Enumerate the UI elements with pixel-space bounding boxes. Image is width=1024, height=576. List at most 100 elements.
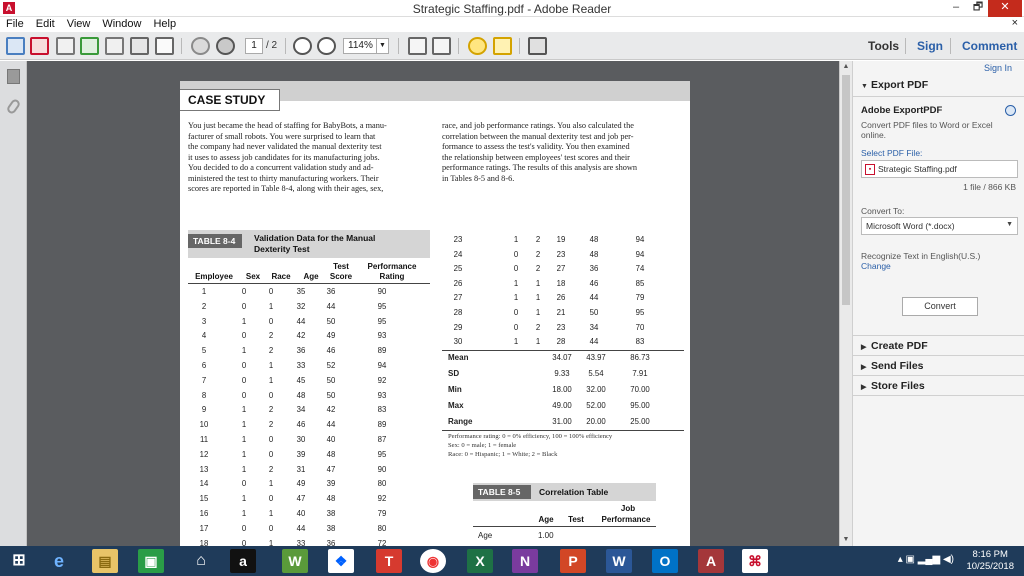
close-button[interactable]: ✕ <box>988 0 1022 17</box>
stats-value: 95.00 <box>630 401 650 410</box>
adobe-reader-taskbar-icon[interactable]: ⌘ <box>742 549 768 573</box>
next-page-icon[interactable] <box>216 37 235 55</box>
comment-icon[interactable] <box>468 37 487 55</box>
access-icon[interactable]: A <box>698 549 724 573</box>
email-icon[interactable] <box>155 37 174 55</box>
table-cell: 38 <box>326 523 336 533</box>
onenote-icon[interactable]: N <box>512 549 538 573</box>
table-cell: 36 <box>296 346 306 356</box>
zoom-level-select[interactable]: 114% ▼ <box>343 38 389 54</box>
zoom-level-value: 114% <box>348 40 373 51</box>
expand-icon[interactable] <box>528 37 547 55</box>
save-icon[interactable] <box>105 37 124 55</box>
menu-window[interactable]: Window <box>96 17 147 31</box>
table-cell: 1 <box>513 337 519 347</box>
scroll-down-icon[interactable]: ▼ <box>840 534 852 546</box>
table-cell: 15 <box>199 494 209 504</box>
table-cell: 48 <box>589 235 599 244</box>
table-cell: 1 <box>535 293 541 303</box>
file-explorer-icon[interactable]: ▤ <box>92 549 118 573</box>
print-icon[interactable] <box>130 37 149 55</box>
t-app-icon[interactable]: T <box>376 549 402 573</box>
create-pdf-section[interactable]: ▶ Create PDF <box>861 340 928 352</box>
scroll-up-icon[interactable]: ▲ <box>840 61 852 73</box>
internet-explorer-icon[interactable]: e <box>46 549 72 573</box>
select-pdf-file-link[interactable]: Select PDF File: <box>861 148 922 158</box>
table-cell: 1 <box>535 337 541 347</box>
highlight-icon[interactable] <box>493 37 512 55</box>
send-files-section[interactable]: ▶ Send Files <box>861 360 924 372</box>
dropbox-icon[interactable]: ❖ <box>328 549 354 573</box>
case-study-line: in Tables 8-5 and 8-6. <box>442 173 515 183</box>
note-sex: Sex: 0 = male; 1 = female <box>448 442 517 449</box>
w-app-icon[interactable]: W <box>282 549 308 573</box>
t85-row-age-value: 1.00 <box>538 531 554 540</box>
tools-button[interactable]: Tools <box>868 32 899 60</box>
sign-button[interactable]: Sign <box>917 32 943 60</box>
page-number-input[interactable]: 1 <box>245 38 263 54</box>
page-thumbnails-icon[interactable] <box>7 69 20 84</box>
previous-page-icon[interactable] <box>191 37 210 55</box>
case-study-column-1: You just became the head of staffing for… <box>188 121 430 195</box>
sign-in-link[interactable]: Sign In <box>984 63 1012 73</box>
table-cell: 39 <box>326 479 336 489</box>
document-viewer[interactable]: CASE STUDY You just became the head of s… <box>27 61 839 546</box>
system-tray[interactable]: ▴ ▣ ▂▄▆ ◀) <box>898 554 954 565</box>
convert-pdf-icon[interactable] <box>30 37 49 55</box>
col-header-age: Age <box>303 272 319 281</box>
convert-button[interactable]: Convert <box>902 297 978 316</box>
table-cell: 1 <box>241 464 247 474</box>
store-files-section[interactable]: ▶ Store Files <box>861 380 925 392</box>
table-cell: 28 <box>556 337 566 347</box>
export-pdf-section[interactable]: ▼ Export PDF <box>861 79 928 91</box>
table-cell: 1 <box>513 235 519 244</box>
scroll-thumb[interactable] <box>842 75 850 305</box>
clock[interactable]: 8:16 PM 10/25/2018 <box>966 549 1014 573</box>
zoom-in-icon[interactable] <box>317 37 336 55</box>
document-close-button[interactable]: × <box>1012 17 1018 29</box>
table-cell: 0 <box>241 301 247 311</box>
windows-start-icon[interactable]: ⊞ <box>6 549 32 573</box>
table-cell: 9 <box>201 405 207 415</box>
change-language-link[interactable]: Change <box>861 261 891 271</box>
minimize-button[interactable]: – <box>944 0 968 17</box>
home-icon[interactable]: ⌂ <box>188 549 214 573</box>
menu-edit[interactable]: Edit <box>30 17 61 31</box>
create-pdf-icon[interactable] <box>6 37 25 55</box>
adobe-exportpdf-title: Adobe ExportPDF <box>861 105 943 116</box>
upload-icon[interactable] <box>80 37 99 55</box>
menu-view[interactable]: View <box>61 17 97 31</box>
table-cell: 2 <box>268 464 274 474</box>
zoom-out-icon[interactable] <box>293 37 312 55</box>
table-cell: 1 <box>268 361 274 370</box>
chrome-icon[interactable]: ◉ <box>420 549 446 573</box>
word-icon[interactable]: W <box>606 549 632 573</box>
convert-format-select[interactable]: Microsoft Word (*.docx) ▼ <box>861 217 1018 235</box>
table-cell: 50 <box>589 308 599 317</box>
outlook-icon[interactable]: O <box>652 549 678 573</box>
edit-icon[interactable] <box>56 37 75 55</box>
excel-icon[interactable]: X <box>467 549 493 573</box>
table-cell: 44 <box>296 523 306 533</box>
table-cell: 94 <box>635 235 645 244</box>
comment-button[interactable]: Comment <box>962 32 1017 60</box>
amazon-icon[interactable]: a <box>230 549 256 573</box>
table-8-4-header: TABLE 8-4 Validation Data for the Manual… <box>188 230 430 258</box>
selected-file[interactable]: ▪ Strategic Staffing.pdf <box>861 160 1018 178</box>
table-cell: 1 <box>513 278 519 288</box>
table-cell: 95 <box>377 301 387 311</box>
attachment-icon[interactable] <box>5 97 22 116</box>
menu-help[interactable]: Help <box>147 17 182 31</box>
store-icon[interactable]: ▣ <box>138 549 164 573</box>
table-8-4-title: Validation Data for the Manual Dexterity … <box>254 233 376 254</box>
maximize-button[interactable]: 🗗 <box>966 0 990 17</box>
fit-width-icon[interactable] <box>432 37 451 55</box>
menu-file[interactable]: File <box>0 17 30 31</box>
powerpoint-icon[interactable]: P <box>560 549 586 573</box>
stats-value: 5.54 <box>588 369 604 378</box>
settings-icon[interactable] <box>1005 105 1016 116</box>
table-cell: 2 <box>268 346 274 356</box>
vertical-scrollbar[interactable]: ▲ ▼ <box>839 61 852 546</box>
table-cell: 0 <box>241 331 247 341</box>
fit-page-icon[interactable] <box>408 37 427 55</box>
